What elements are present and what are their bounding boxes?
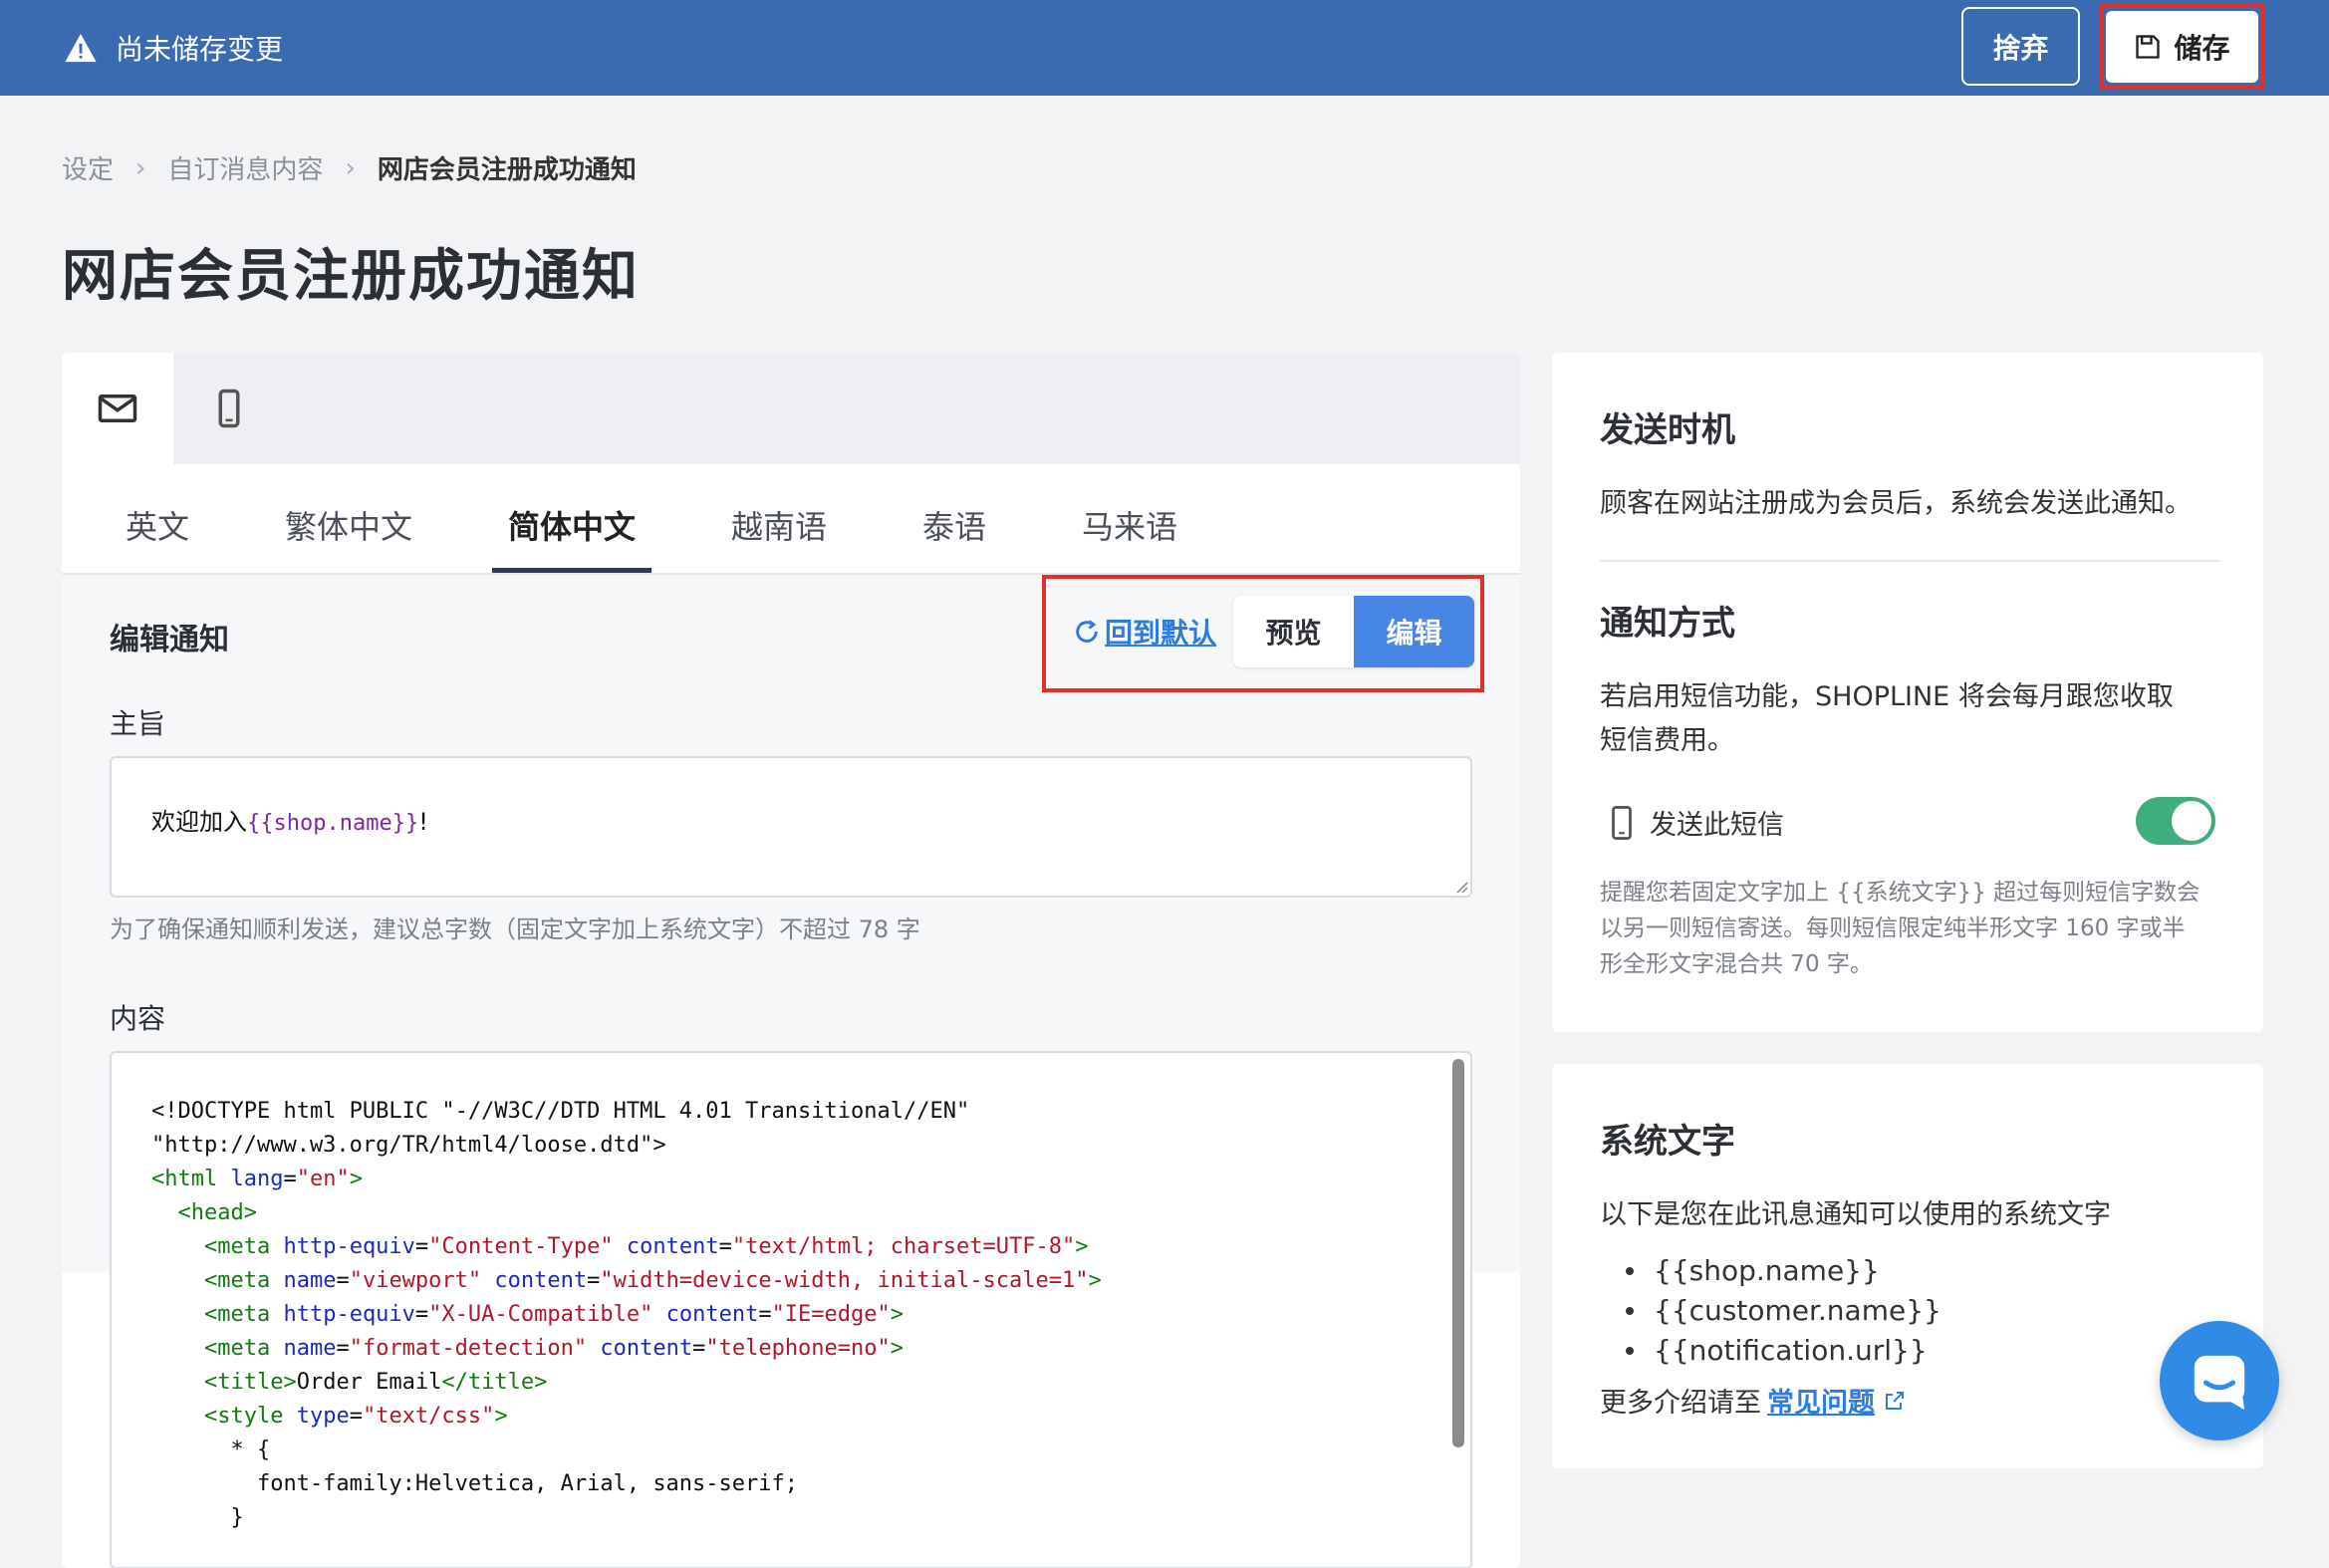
tab-english[interactable]: 英文 [126,502,189,548]
code-content: <!DOCTYPE html PUBLIC "-//W3C//DTD HTML … [151,1099,1102,1530]
variable-shop-name: {{shop.name}} [1654,1254,1880,1287]
send-timing-title: 发送时机 [1600,410,1735,450]
bullet-icon [1626,1307,1634,1315]
info-card: 发送时机 顾客在网站注册成为会员后，系统会发送此通知。 通知方式 若启用短信功能… [1552,353,2263,1032]
breadcrumb-custom-messages[interactable]: 自订消息内容 [167,149,323,186]
subject-suffix: ! [418,808,428,836]
external-link-icon [1886,1391,1904,1410]
notify-method-text-2: 短信费用。 [1600,725,1734,756]
system-variable-list: {{shop.name}} {{customer.name}} {{notifi… [1600,1251,1941,1371]
chat-support-button[interactable] [2160,1321,2279,1440]
tab-thai[interactable]: 泰语 [922,502,986,548]
send-sms-label: 发送此短信 [1650,810,1784,841]
content-code-editor[interactable]: <!DOCTYPE html PUBLIC "-//W3C//DTD HTML … [110,1051,1472,1568]
unsaved-changes-bar: 尚未储存变更 捨弃 储存 [0,0,2329,96]
preview-button[interactable]: 预览 [1233,596,1354,667]
tab-simplified-chinese[interactable]: 简体中文 [508,502,636,548]
send-sms-toggle[interactable] [2136,797,2215,845]
faq-link[interactable]: 常见问题 [1767,1381,1907,1420]
warning-icon [65,33,97,63]
variable-customer-name: {{customer.name}} [1654,1294,1941,1327]
chat-icon [2194,1355,2245,1411]
subject-value: 欢迎加入{{shop.name}}! [151,802,428,837]
edit-area: 编辑通知 回到默认 预览 编辑 主旨 欢迎加入{{shop.name}}! 为了… [62,575,1520,1568]
floppy-disk-icon [2136,35,2161,59]
divider [1600,560,2221,562]
subject-prefix: 欢迎加入 [151,808,247,836]
channel-tab-sms[interactable] [173,353,285,464]
subject-label: 主旨 [110,707,166,740]
more-info-prefix: 更多介绍请至 [1600,1388,1761,1419]
list-item: {{shop.name}} [1600,1251,1941,1291]
system-text-card: 系统文字 以下是您在此讯息通知可以使用的系统文字 {{shop.name}} {… [1552,1064,2263,1468]
edit-notification-title: 编辑通知 [110,623,229,657]
channel-tab-email[interactable] [62,353,173,464]
notify-method-text-1: 若启用短信功能，SHOPLINE 将会每月跟您收取 [1600,681,2174,712]
toggle-knob [2172,801,2211,841]
discard-button[interactable]: 捨弃 [1961,7,2080,86]
breadcrumb: 设定 › 自订消息内容 › 网店会员注册成功通知 [62,149,637,186]
variable-notification-url: {{notification.url}} [1654,1334,1928,1367]
save-label: 储存 [2174,32,2230,65]
chevron-right-icon: › [135,152,146,183]
unsaved-warning: 尚未储存变更 [64,28,283,68]
send-sms-row: 发送此短信 [1610,803,1784,842]
system-text-intro: 以下是您在此讯息通知可以使用的系统文字 [1600,1199,2111,1230]
content-label: 内容 [110,1002,166,1035]
edit-button[interactable]: 编辑 [1354,596,1474,667]
sms-note-line-2: 以另一则短信寄送。每则短信限定纯半形文字 160 字或半 [1600,915,2186,941]
subject-input[interactable]: 欢迎加入{{shop.name}}! [110,756,1472,898]
resize-handle-icon[interactable] [1452,878,1468,894]
tab-malay[interactable]: 马来语 [1082,502,1177,548]
subject-hint: 为了确保通知顺利发送，建议总字数（固定文字加上系统文字）不超过 78 字 [110,915,920,943]
mobile-icon [218,389,240,428]
sms-note: 提醒您若固定文字加上 {{系统文字}} 超过每则短信字数会 以另一则短信寄送。每… [1600,875,2221,982]
chevron-right-icon: › [345,152,356,183]
bullet-icon [1626,1267,1634,1275]
subject-variable: {{shop.name}} [247,811,419,836]
system-text-title: 系统文字 [1600,1122,1735,1162]
breadcrumb-settings[interactable]: 设定 [62,149,114,186]
sms-note-line-3: 形全形文字混合共 70 字。 [1600,951,1873,977]
more-info: 更多介绍请至 常见问题 [1600,1381,1907,1420]
page-title: 网店会员注册成功通知 [62,244,640,309]
bullet-icon [1626,1347,1634,1355]
reset-default-link[interactable]: 回到默认 [1073,612,1216,652]
mail-icon [98,394,137,422]
tab-traditional-chinese[interactable]: 繁体中文 [285,502,412,548]
refresh-icon [1076,620,1098,643]
mobile-icon [1612,805,1632,840]
notify-method-title: 通知方式 [1600,604,1735,644]
notification-editor-card: 英文 繁体中文 简体中文 越南语 泰语 马来语 编辑通知 回到默认 预览 编辑 … [62,353,1520,1568]
mode-toggle: 预览 编辑 [1233,596,1474,667]
sms-note-line-1: 提醒您若固定文字加上 {{系统文字}} 超过每则短信字数会 [1600,880,2200,906]
channel-tabs [62,353,1520,464]
list-item: {{notification.url}} [1600,1331,1941,1371]
faq-link-label: 常见问题 [1767,1388,1875,1419]
reset-default-label: 回到默认 [1105,617,1217,650]
list-item: {{customer.name}} [1600,1291,1941,1331]
breadcrumb-current: 网店会员注册成功通知 [377,155,637,185]
unsaved-text: 尚未储存变更 [116,33,284,66]
save-button[interactable]: 储存 [2106,11,2258,83]
tab-vietnamese[interactable]: 越南语 [731,502,827,548]
code-scrollbar[interactable] [1452,1059,1464,1447]
send-timing-text: 顾客在网站注册成为会员后，系统会发送此通知。 [1600,488,2192,519]
